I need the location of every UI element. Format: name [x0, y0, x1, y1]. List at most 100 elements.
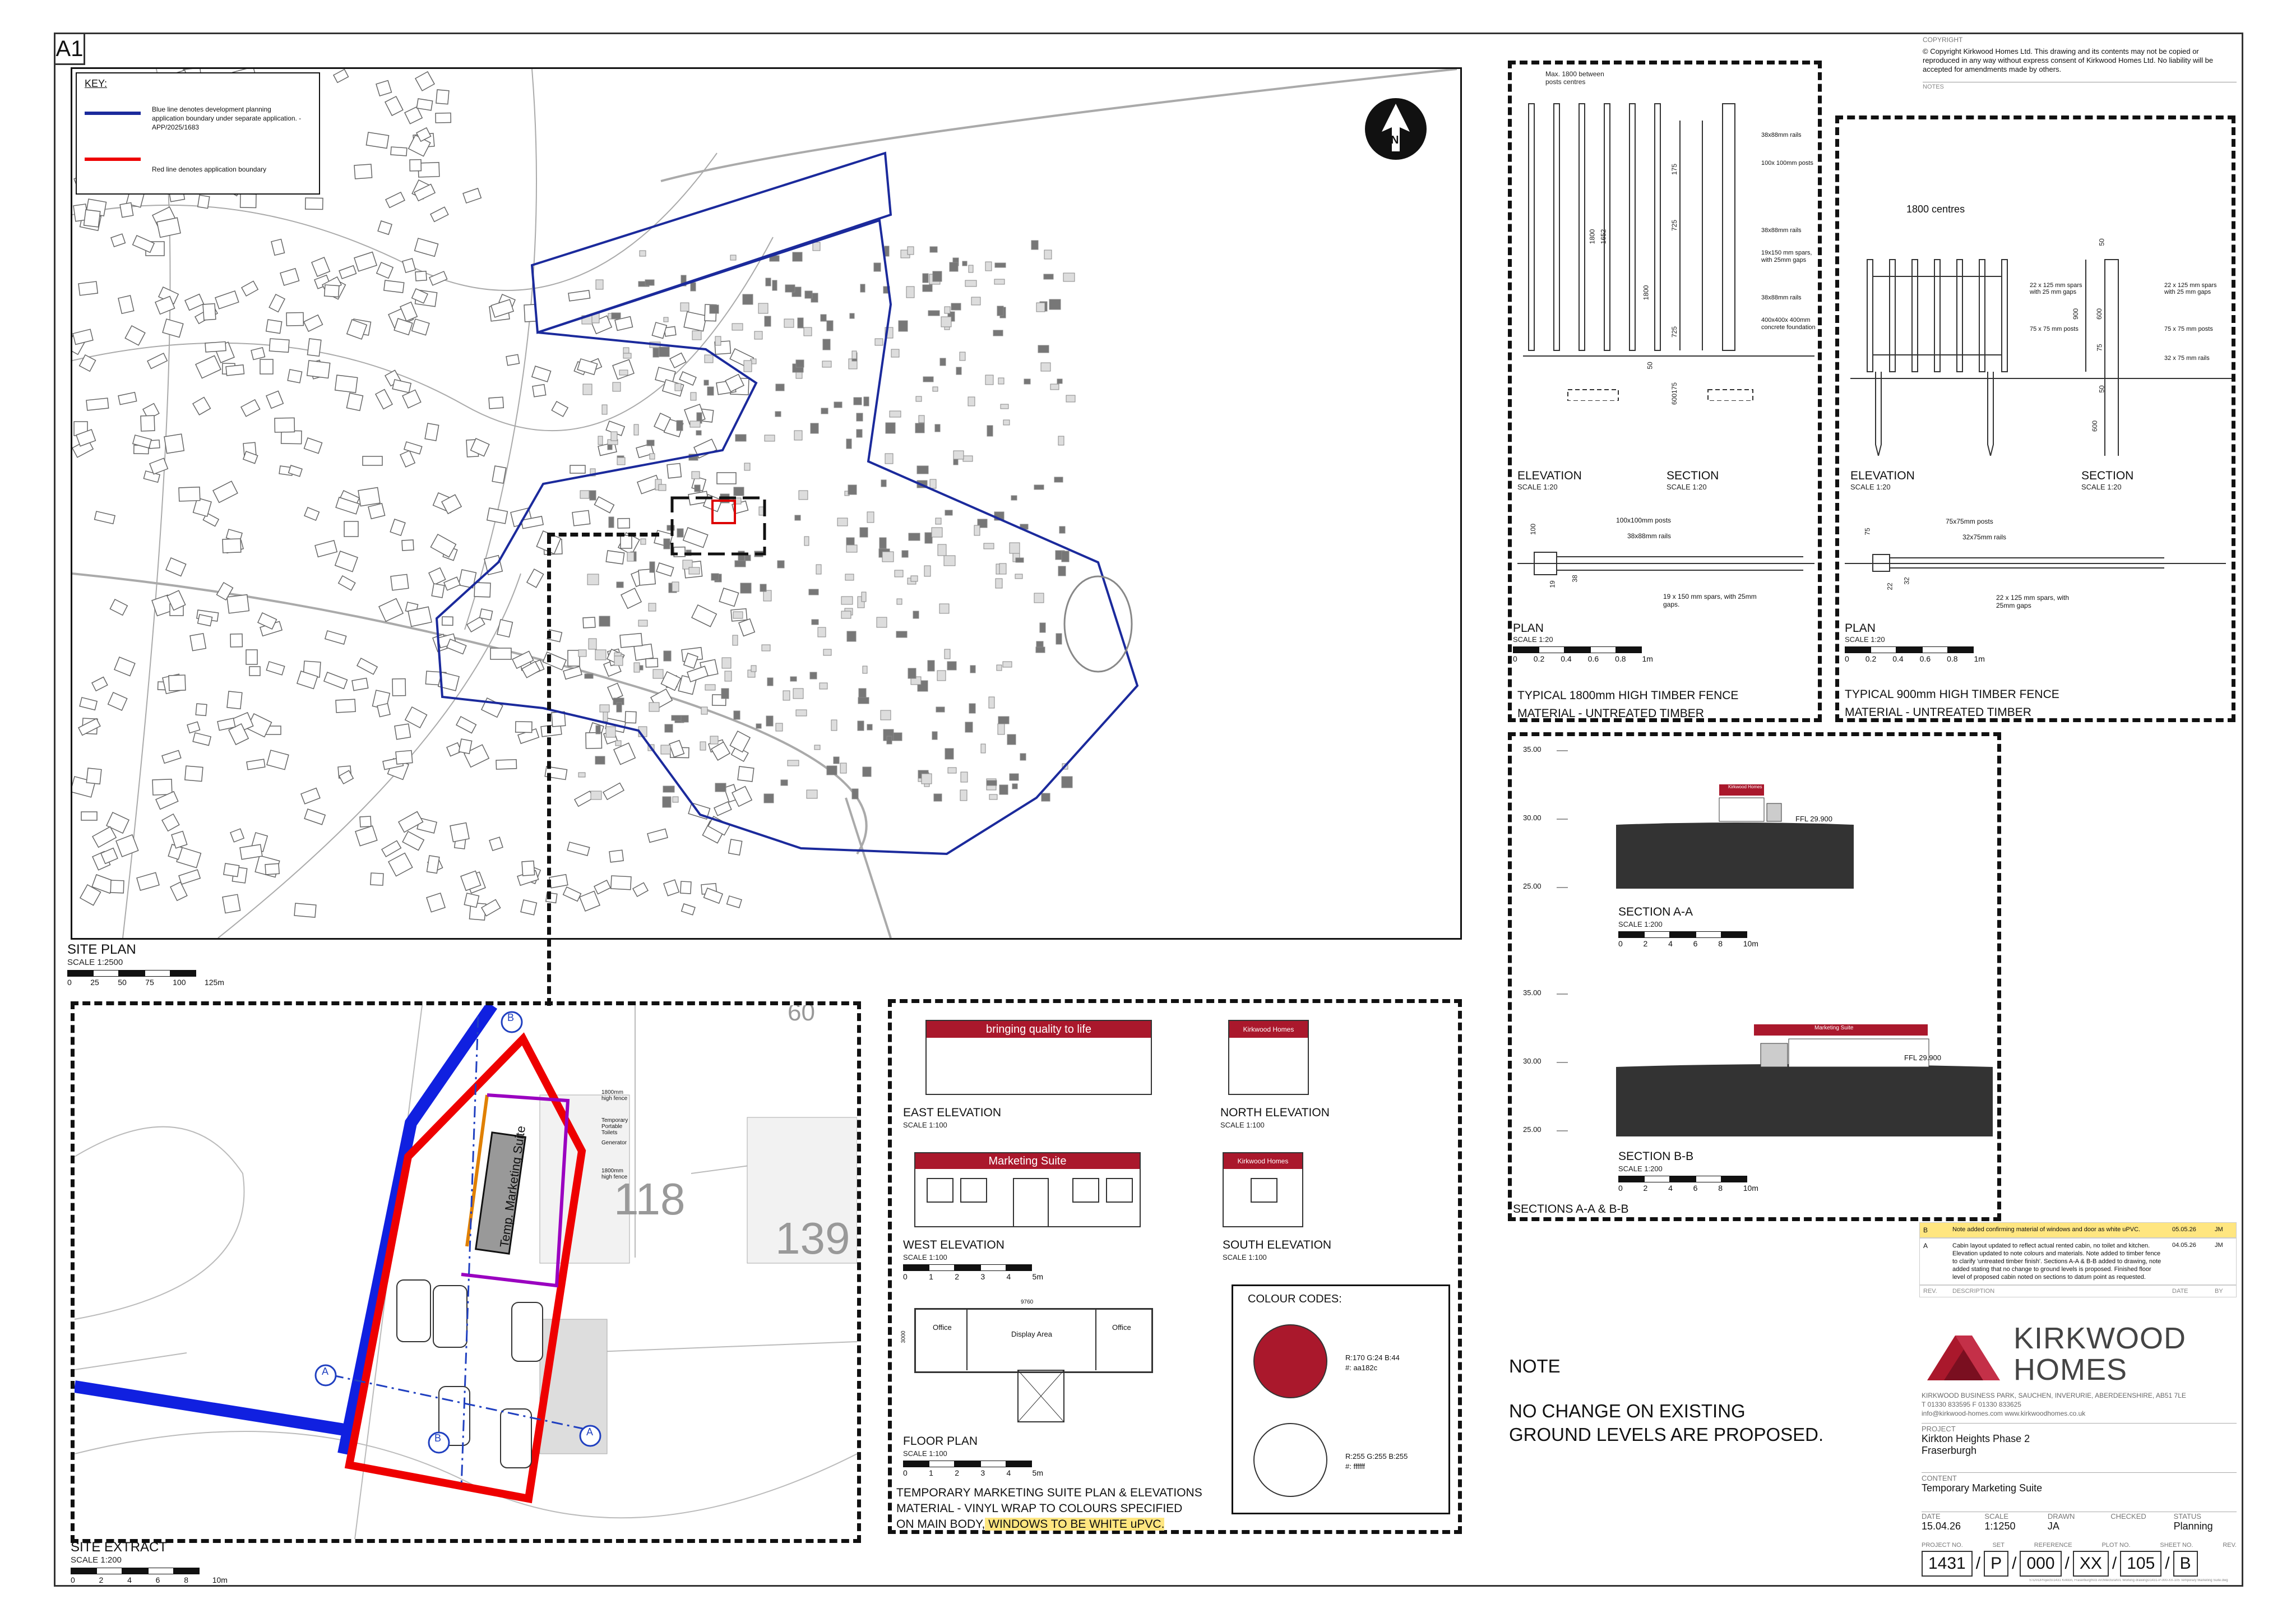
scale-tick: 0 [67, 978, 72, 987]
house-outline [490, 299, 515, 318]
section-aa-ticks: 0 2 4 6 8 10m [1618, 939, 1758, 948]
house-outline [334, 551, 358, 572]
house-outline [620, 535, 632, 549]
plot-block [595, 279, 604, 290]
plot-block [584, 673, 594, 679]
house-outline [78, 281, 99, 296]
plot-block [826, 320, 834, 331]
plot-block [663, 317, 669, 322]
drawing-scale: 1:1250 [1984, 1521, 2016, 1532]
house-outline [161, 750, 182, 764]
key-title: KEY: [85, 78, 108, 89]
plot-block [826, 765, 837, 775]
plot-block [822, 339, 831, 350]
plot-block [896, 631, 908, 638]
section-a-right-marker: A [586, 1426, 594, 1438]
house-outline [294, 903, 317, 918]
plot-block [985, 375, 994, 385]
plot-block [997, 306, 1004, 316]
scale-tick: 0.2 [1865, 654, 1877, 663]
plot-block [881, 479, 887, 487]
plot-block [733, 487, 744, 496]
plot-block [862, 666, 868, 674]
house-outline [370, 872, 384, 886]
east-elevation-scale: SCALE 1:100 [903, 1121, 947, 1129]
plot-block [876, 617, 887, 628]
house-outline [149, 458, 169, 475]
scale-tick: 25 [90, 978, 99, 987]
plot-block [819, 682, 828, 690]
note-rails-2: 38x88mm rails [1761, 227, 1802, 234]
notes-head: NOTES [1923, 82, 2237, 90]
plot-block [856, 429, 863, 438]
plot-block [907, 246, 914, 255]
plot-block [947, 767, 957, 774]
scale-tick: 0 [71, 1575, 75, 1584]
house-outline [265, 319, 283, 334]
plot-block [880, 710, 891, 720]
house-outline [607, 682, 623, 701]
dim-1800: 1800 [1642, 285, 1650, 301]
plot-block [851, 788, 859, 800]
house-outline [549, 874, 568, 889]
house-outline [520, 899, 538, 916]
house-outline [192, 396, 211, 415]
plot-block [1039, 622, 1046, 633]
plot-block [659, 346, 670, 357]
plot-block [939, 603, 950, 614]
house-outline [426, 855, 440, 874]
house-outline [394, 723, 411, 740]
note-title: NOTE [1509, 1356, 1561, 1376]
scale-tick: 0.6 [1919, 654, 1931, 663]
house-outline [365, 132, 390, 149]
dim-depth: 3000 [900, 1330, 907, 1343]
house-outline [462, 187, 482, 204]
house-outline [663, 879, 680, 897]
plot-block [1036, 302, 1045, 312]
section-b-top-marker: B [507, 1012, 515, 1023]
level-bb-30: 30.00 [1523, 1057, 1542, 1065]
content-value: Temporary Marketing Suite [1922, 1482, 2043, 1494]
scale-tick: 0.4 [1561, 654, 1572, 663]
plot-block [652, 669, 664, 679]
plot-block [645, 279, 655, 286]
fence-900-caption-2: MATERIAL - UNTREATED TIMBER [1845, 706, 2031, 719]
plot-block [599, 704, 610, 713]
level-aa-25: 25.00 [1523, 882, 1542, 890]
plot-block [856, 413, 863, 422]
house-outline [415, 270, 427, 281]
plot-block [646, 440, 655, 446]
west-elevation: Marketing Suite [914, 1152, 1141, 1227]
house-outline [426, 893, 446, 913]
house-outline [83, 209, 101, 228]
company-name-2: HOMES [2013, 1353, 2128, 1387]
plot-block [615, 740, 622, 746]
plot-block [578, 772, 586, 778]
reference-number: 000 [2020, 1551, 2062, 1577]
plot-139-label: 139 [775, 1213, 850, 1263]
plot-block [1043, 274, 1054, 280]
scale-tick: 0 [1618, 939, 1623, 948]
plot-block [663, 785, 675, 793]
plot-block [993, 330, 1003, 336]
fence-1800-elev-title: ELEVATION [1517, 469, 1582, 482]
house-outline [215, 290, 239, 309]
plot-block [691, 471, 700, 479]
plot-block [932, 386, 938, 392]
house-outline [703, 888, 724, 904]
plot-block [758, 303, 769, 314]
plot-block [1059, 526, 1066, 534]
level-aa-35: 35.00 [1523, 745, 1542, 754]
plot-block [1024, 378, 1031, 385]
plot-block [969, 703, 976, 714]
plot-block [1061, 776, 1073, 788]
plot-block [775, 383, 785, 391]
suite-caption-3: ON MAIN BODY, WINDOWS TO BE WHITE uPVC. [896, 1518, 1165, 1531]
number-heads: PROJECT NO. SET REFERENCE PLOT NO. SHEET… [1922, 1542, 2237, 1549]
plot-block [589, 490, 596, 501]
scale-tick: 6 [155, 1575, 160, 1584]
plot-block [929, 246, 938, 253]
house-outline [195, 703, 207, 717]
scale-tick: 0.2 [1533, 654, 1545, 663]
plot-block [884, 246, 890, 257]
